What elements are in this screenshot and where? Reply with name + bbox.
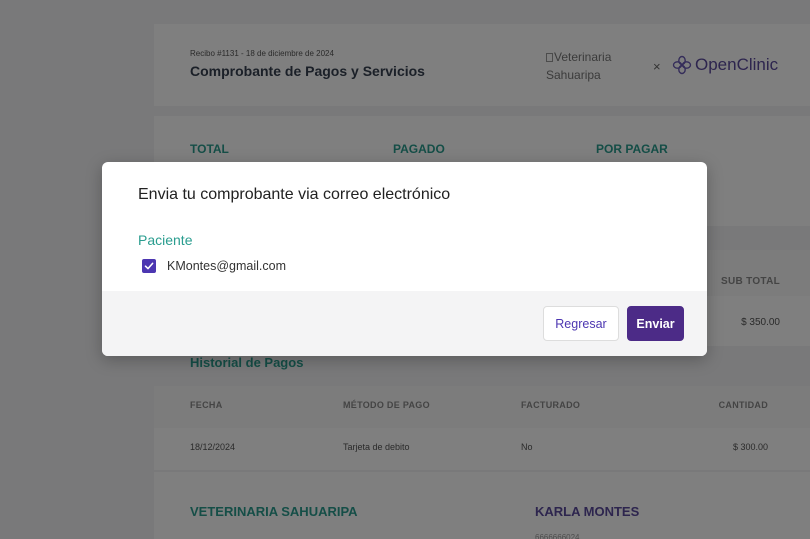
send-button[interactable]: Enviar [627,306,684,341]
modal-title: Envia tu comprobante via correo electrón… [138,186,451,203]
recipient-option[interactable]: KMontes@gmail.com [142,259,286,273]
send-email-modal: Envia tu comprobante via correo electrón… [102,162,707,356]
check-icon [144,262,154,270]
recipient-email: KMontes@gmail.com [167,259,286,273]
modal-section-label: Paciente [138,232,193,248]
back-button[interactable]: Regresar [543,306,619,341]
modal-footer: Regresar Enviar [102,291,707,356]
recipient-checkbox[interactable] [142,259,156,273]
